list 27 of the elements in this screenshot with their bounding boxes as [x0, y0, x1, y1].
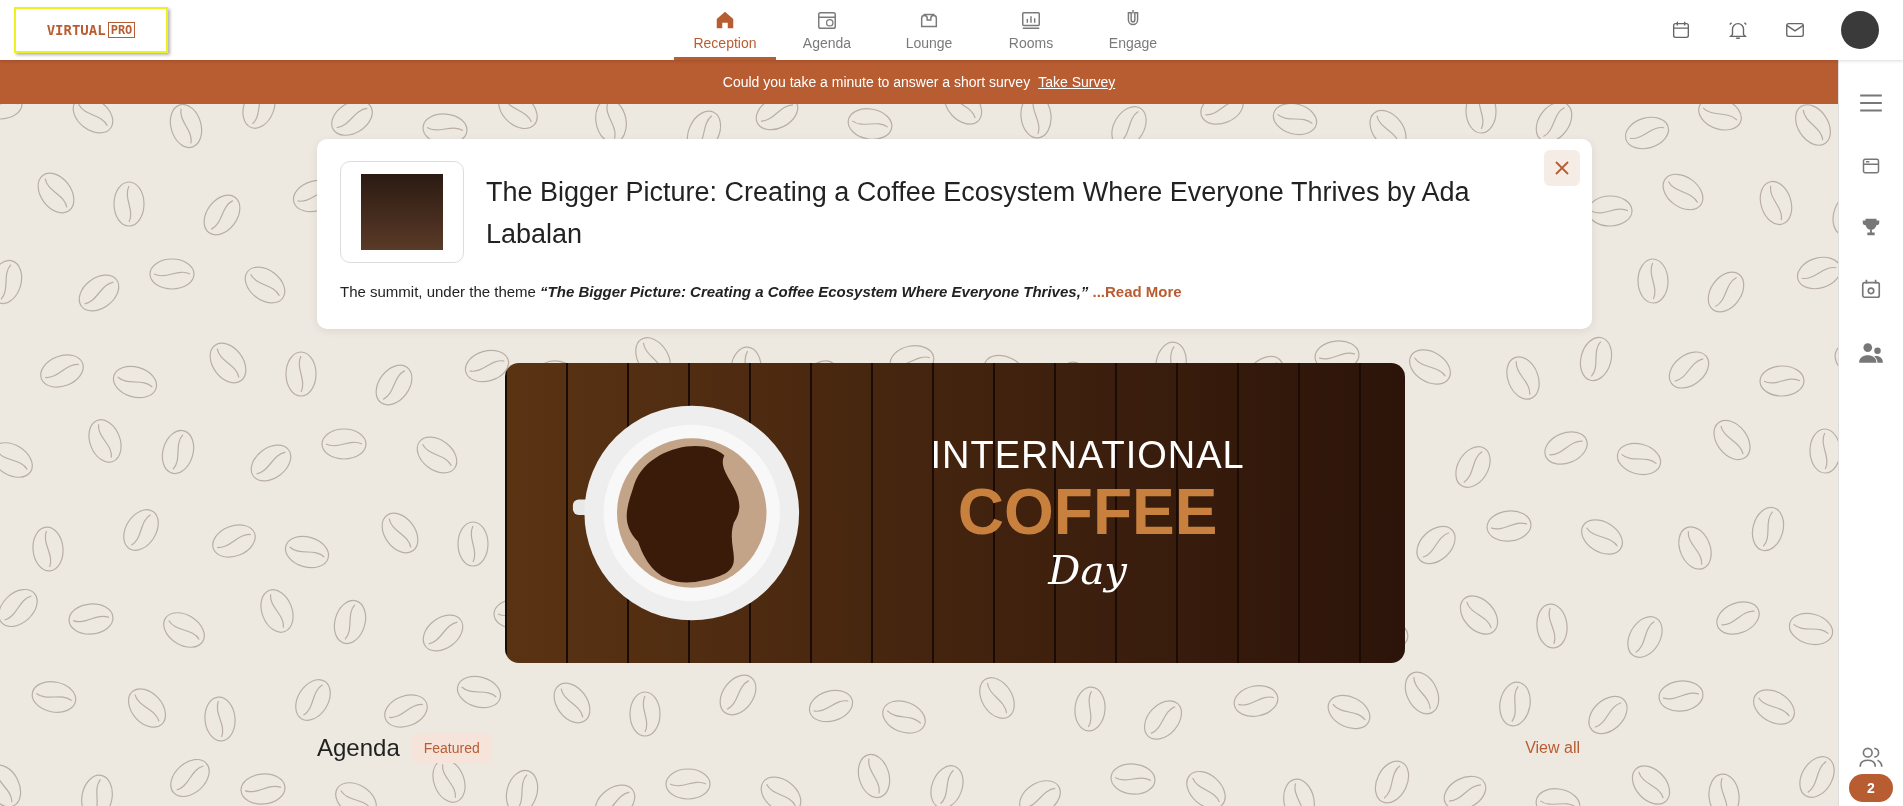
nav-tab[interactable]: Rooms: [980, 0, 1082, 60]
nav-tab[interactable]: Agenda: [776, 0, 878, 60]
view-all-link[interactable]: View all: [1525, 739, 1580, 757]
take-survey-link[interactable]: Take Survey: [1038, 74, 1116, 90]
banner-heading: COFFEE: [957, 476, 1218, 547]
announcement-title: The Bigger Picture: Creating a Coffee Ecosystem Where Everyone Thrives by Ada Labalan: [486, 176, 1471, 251]
survey-text: Could you take a minute to answer a short survey: [722, 74, 1031, 90]
home-icon: [714, 9, 736, 31]
calendar-icon[interactable]: [1670, 19, 1692, 41]
calendar-icon[interactable]: [1860, 278, 1882, 300]
monitor-icon: [1020, 9, 1042, 31]
count-badge[interactable]: 2: [1849, 774, 1893, 802]
trophy-icon[interactable]: [1860, 216, 1882, 238]
read-more-link[interactable]: ...Read More: [1092, 283, 1182, 300]
calendar-icon: [816, 9, 838, 31]
people-icon[interactable]: [1858, 340, 1884, 366]
announcement-description: The summit, under the theme “The Bigger Picture: Creating a Coffee Ecosystem Where Everyone Thrives,”: [340, 283, 1089, 300]
banner-heading: INTERNATIONAL: [930, 433, 1245, 477]
featured-badge: Featured: [411, 733, 492, 763]
section-title: Agenda: [317, 734, 400, 762]
nav-tab[interactable]: Engage: [1082, 0, 1184, 60]
close-button[interactable]: [1544, 150, 1580, 186]
nav-tab[interactable]: Lounge: [878, 0, 980, 60]
card-icon[interactable]: [1861, 156, 1881, 176]
logo[interactable]: VIRTUAL PRO: [14, 7, 168, 53]
banner-script-text: Day: [1048, 546, 1127, 593]
avatar[interactable]: [1841, 11, 1879, 49]
